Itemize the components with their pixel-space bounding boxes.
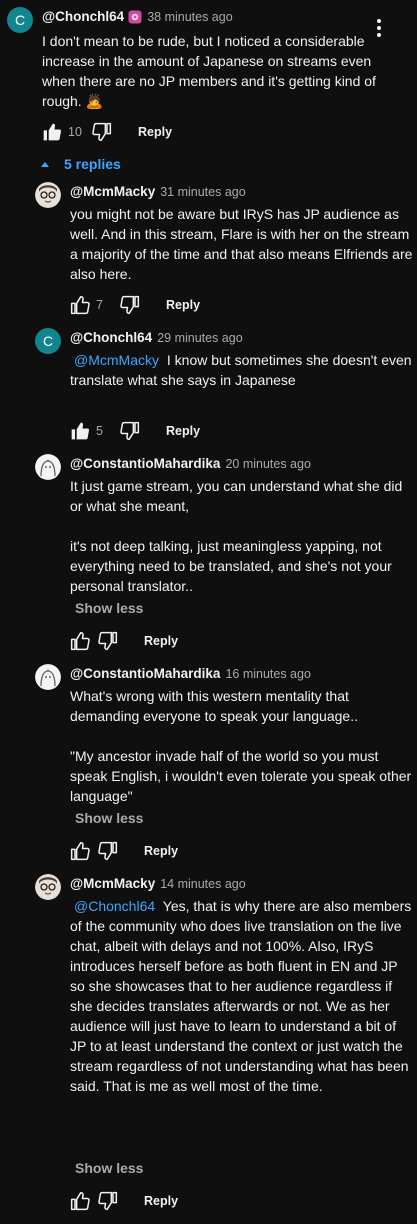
thumbs-down-icon xyxy=(92,122,112,142)
comment-text: I don't mean to be rude, but I noticed a… xyxy=(42,33,380,109)
dislike-button[interactable] xyxy=(92,122,112,142)
like-button[interactable] xyxy=(70,421,90,441)
timestamp[interactable]: 31 minutes ago xyxy=(160,185,245,199)
avatar[interactable] xyxy=(35,454,61,480)
comment-header: @Chonchl64 29 minutes ago xyxy=(70,330,243,345)
like-button[interactable] xyxy=(70,631,90,651)
thumbs-down-icon xyxy=(98,841,118,861)
timestamp[interactable]: 16 minutes ago xyxy=(225,667,310,681)
timestamp[interactable]: 29 minutes ago xyxy=(157,331,242,345)
avatar-letter: C xyxy=(14,12,26,28)
action-bar: Reply xyxy=(70,1189,178,1213)
mention-link[interactable]: @McmMacky xyxy=(74,352,159,368)
comment-header: @McmMacky 14 minutes ago xyxy=(70,876,246,891)
show-less-button[interactable]: Show less xyxy=(75,810,143,826)
dislike-button[interactable] xyxy=(98,631,118,651)
author-name[interactable]: @ConstantioMahardika xyxy=(70,666,220,681)
thumbs-up-icon xyxy=(71,422,90,440)
avatar-letter: C xyxy=(42,333,54,349)
comment-header: @ConstantioMahardika 20 minutes ago xyxy=(70,456,311,471)
author-name[interactable]: @Chonchl64 xyxy=(42,9,124,24)
thumbs-down-icon xyxy=(120,421,140,441)
comment-header: @McmMacky 31 minutes ago xyxy=(70,184,246,199)
show-less-button[interactable]: Show less xyxy=(75,600,143,616)
comment-text: It just game stream, you can understand … xyxy=(70,478,403,594)
member-badge-icon xyxy=(128,10,142,24)
dislike-button[interactable] xyxy=(98,1191,118,1211)
thumbs-up-icon xyxy=(43,123,62,141)
reply-button[interactable]: Reply xyxy=(166,298,200,312)
avatar[interactable] xyxy=(35,664,61,690)
like-button[interactable] xyxy=(42,122,62,142)
reply-button[interactable]: Reply xyxy=(144,844,178,858)
comment-text: Yes, that is why there are also members … xyxy=(70,898,416,1094)
reply-button[interactable]: Reply xyxy=(138,125,172,139)
author-name[interactable]: @McmMacky xyxy=(70,184,155,199)
avatar[interactable] xyxy=(35,874,61,900)
thumbs-down-icon xyxy=(98,631,118,651)
like-count: 7 xyxy=(96,298,103,312)
replies-count-label: 5 replies xyxy=(64,156,121,172)
thumbs-up-icon xyxy=(70,631,90,651)
comment-header: @ConstantioMahardika 16 minutes ago xyxy=(70,666,311,681)
action-bar: 5 Reply xyxy=(70,419,200,443)
like-button[interactable] xyxy=(70,1191,90,1211)
replies-toggle-button[interactable]: 5 replies xyxy=(40,153,121,175)
comment-text-block: you might not be aware but IRyS has JP a… xyxy=(70,204,415,284)
reply-button[interactable]: Reply xyxy=(144,1194,178,1208)
dislike-button[interactable] xyxy=(120,295,140,315)
action-bar: Reply xyxy=(70,629,178,653)
thumbs-down-icon xyxy=(98,1191,118,1211)
avatar[interactable]: C xyxy=(35,328,61,354)
action-bar: Reply xyxy=(70,839,178,863)
comment-thread: C @Chonchl64 38 minutes ago I don't mean… xyxy=(0,0,417,1224)
comment-text-block: @McmMacky I know but sometimes she doesn… xyxy=(70,350,415,390)
timestamp[interactable]: 38 minutes ago xyxy=(147,10,232,24)
action-bar: 10 Reply xyxy=(42,120,172,144)
author-name[interactable]: @Chonchl64 xyxy=(70,330,152,345)
like-button[interactable] xyxy=(70,295,90,315)
timestamp[interactable]: 20 minutes ago xyxy=(225,457,310,471)
dislike-button[interactable] xyxy=(120,421,140,441)
dislike-button[interactable] xyxy=(98,841,118,861)
comment-text-block: I don't mean to be rude, but I noticed a… xyxy=(42,31,387,111)
thumbs-down-icon xyxy=(120,295,140,315)
comment-text-block: What's wrong with this western mentality… xyxy=(70,686,415,806)
action-bar: 7 Reply xyxy=(70,293,200,317)
thumbs-up-icon xyxy=(70,1191,90,1211)
like-count: 10 xyxy=(68,125,82,139)
comment-header: @Chonchl64 38 minutes ago xyxy=(42,9,233,24)
comment-text: What's wrong with this western mentality… xyxy=(70,688,412,804)
thumbs-up-icon xyxy=(70,295,90,315)
like-count: 5 xyxy=(96,424,103,438)
reply-button[interactable]: Reply xyxy=(166,424,200,438)
like-button[interactable] xyxy=(70,841,90,861)
author-name[interactable]: @ConstantioMahardika xyxy=(70,456,220,471)
comment-text-block: @Chonchl64 Yes, that is why there are al… xyxy=(70,896,415,1096)
timestamp[interactable]: 14 minutes ago xyxy=(160,877,245,891)
show-less-button[interactable]: Show less xyxy=(75,1160,143,1176)
comment-text-block: It just game stream, you can understand … xyxy=(70,476,415,596)
avatar[interactable]: C xyxy=(7,7,33,33)
comment-text: you might not be aware but IRyS has JP a… xyxy=(70,206,417,282)
thumbs-up-icon xyxy=(70,841,90,861)
mention-link[interactable]: @Chonchl64 xyxy=(74,898,155,914)
reply-button[interactable]: Reply xyxy=(144,634,178,648)
author-name[interactable]: @McmMacky xyxy=(70,876,155,891)
avatar[interactable] xyxy=(35,182,61,208)
caret-up-icon xyxy=(41,162,49,167)
